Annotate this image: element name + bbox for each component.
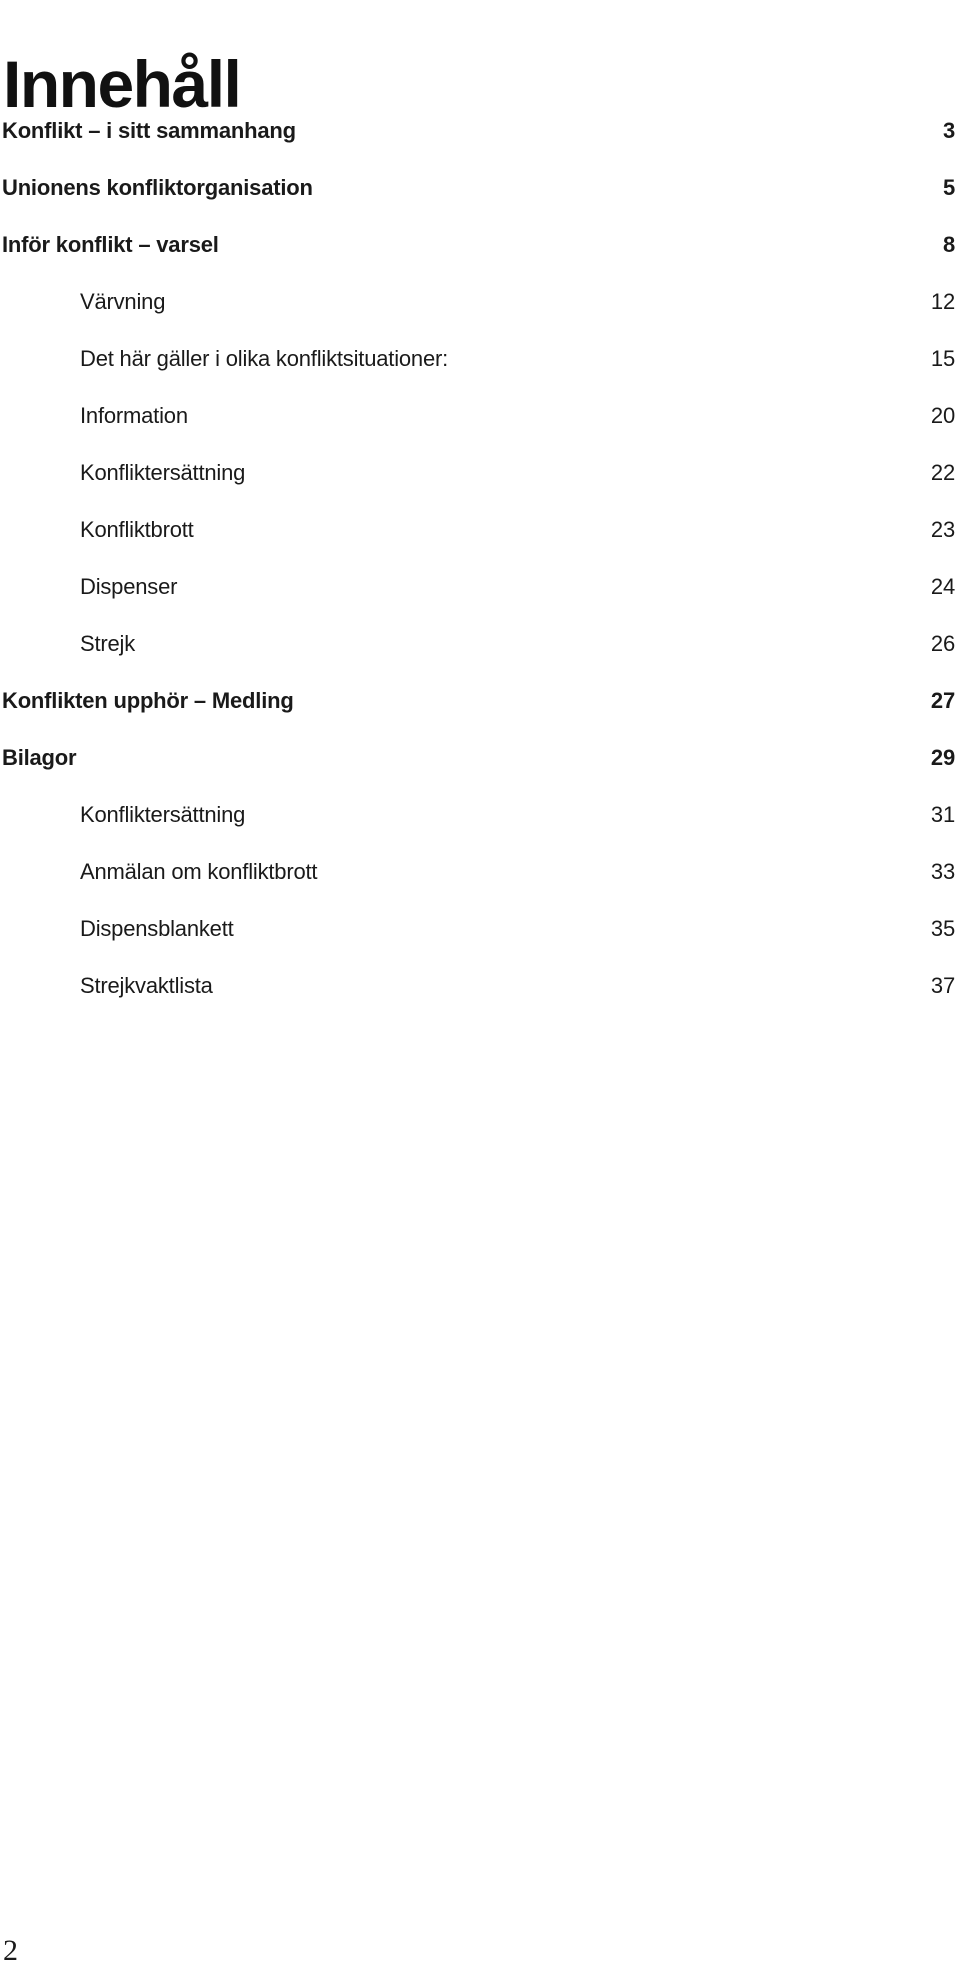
toc-entry-label: Konflikten upphör – Medling: [2, 688, 294, 713]
toc-entry-page-number: 12: [930, 289, 955, 314]
toc-entry-page-number: 3: [942, 118, 955, 143]
toc-entry-page-number: 15: [930, 346, 955, 371]
toc-entry-label: Konfliktersättning: [80, 460, 246, 485]
toc-entry[interactable]: Unionens konfliktorganisation 5: [0, 175, 955, 232]
toc-entry-label: Konflikt – i sitt sammanhang: [2, 118, 296, 143]
toc-entry-label: Inför konflikt – varsel: [2, 232, 219, 257]
toc-entry-page-number: 31: [930, 802, 955, 827]
table-of-contents: Konflikt – i sitt sammanhang 3 Unionens ko…: [0, 118, 955, 1030]
toc-entry-label: Anmälan om konfliktbrott: [80, 859, 318, 884]
toc-entry-label: Unionens konfliktorganisation: [2, 175, 313, 200]
toc-entry-label: Dispensblankett: [80, 916, 234, 941]
toc-entry[interactable]: Information 20: [0, 403, 955, 460]
toc-entry[interactable]: Strejkvaktlista 37: [0, 973, 955, 1030]
toc-entry-page-number: 20: [930, 403, 955, 428]
toc-entry-page-number: 27: [930, 688, 955, 713]
toc-entry-page-number: 23: [930, 517, 955, 542]
toc-entry-page-number: 8: [942, 232, 955, 257]
toc-entry-label: Det här gäller i olika konfliktsituation…: [80, 346, 449, 371]
toc-entry[interactable]: Inför konflikt – varsel 8: [0, 232, 955, 289]
toc-entry[interactable]: Dispensblankett 35: [0, 916, 955, 973]
toc-entry-page-number: 37: [930, 973, 955, 998]
document-page: Innehåll Konflikt – i sitt sammanhang 3 Un…: [0, 0, 960, 1973]
toc-entry-page-number: 29: [930, 745, 955, 770]
toc-entry-label: Värvning: [80, 289, 166, 314]
toc-entry-label: Information: [80, 403, 188, 428]
toc-entry[interactable]: Strejk 26: [0, 631, 955, 688]
toc-entry[interactable]: Konfliktersättning 22: [0, 460, 955, 517]
toc-entry[interactable]: Dispenser 24: [0, 574, 955, 631]
page-title: Innehåll: [3, 47, 242, 122]
toc-entry-label: Strejk: [80, 631, 136, 656]
toc-entry-label: Konfliktbrott: [80, 517, 194, 542]
toc-entry[interactable]: Anmälan om konfliktbrott 33: [0, 859, 955, 916]
toc-entry[interactable]: Värvning 12: [0, 289, 955, 346]
footer-page-number: 2: [3, 1934, 18, 1967]
toc-entry[interactable]: Bilagor 29: [0, 745, 955, 802]
toc-entry-page-number: 33: [930, 859, 955, 884]
toc-entry[interactable]: Det här gäller i olika konfliktsituation…: [0, 346, 955, 403]
toc-entry[interactable]: Konflikt – i sitt sammanhang 3: [0, 118, 955, 175]
toc-entry-label: Bilagor: [2, 745, 77, 770]
toc-entry-page-number: 24: [930, 574, 955, 599]
toc-entry-page-number: 35: [930, 916, 955, 941]
toc-entry-page-number: 26: [930, 631, 955, 656]
toc-entry[interactable]: Konfliktbrott 23: [0, 517, 955, 574]
toc-entry-page-number: 5: [942, 175, 955, 200]
toc-entry-label: Konfliktersättning: [80, 802, 246, 827]
toc-entry-label: Strejkvaktlista: [80, 973, 213, 998]
toc-entry-page-number: 22: [930, 460, 955, 485]
toc-entry-label: Dispenser: [80, 574, 178, 599]
toc-entry[interactable]: Konfliktersättning 31: [0, 802, 955, 859]
toc-entry[interactable]: Konflikten upphör – Medling 27: [0, 688, 955, 745]
